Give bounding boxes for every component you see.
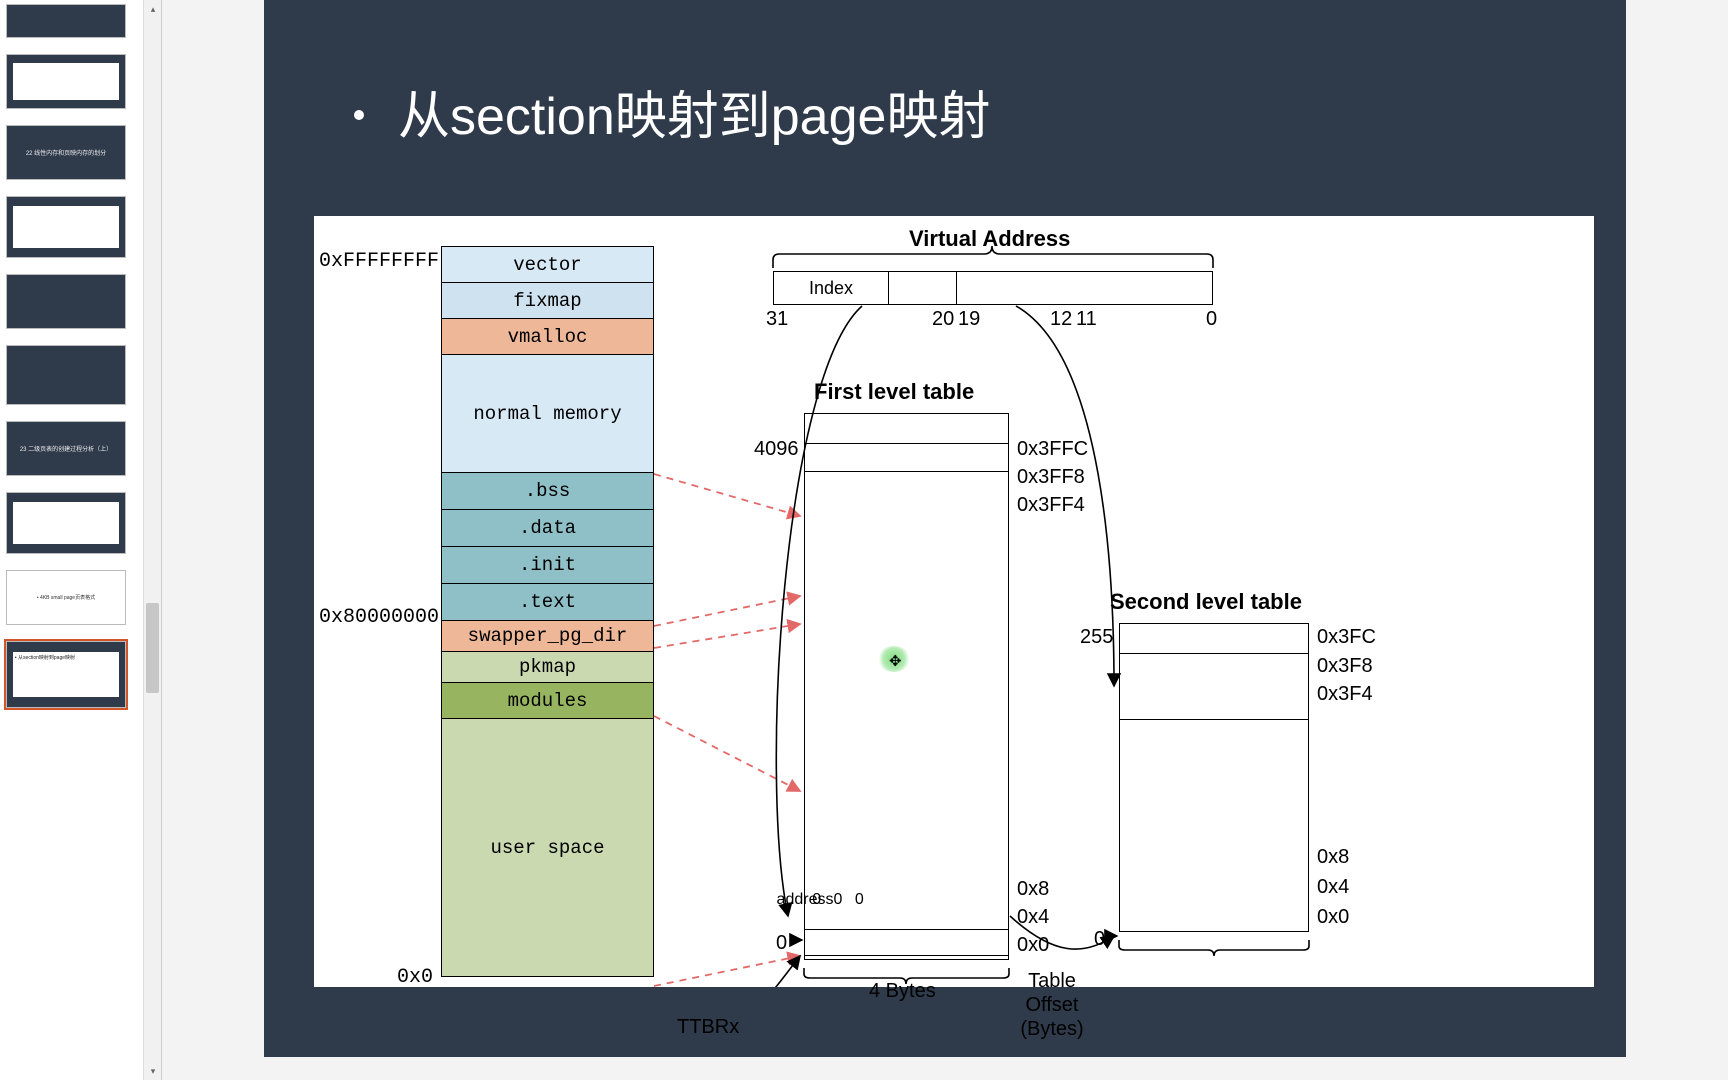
scroll-thumb[interactable] — [146, 603, 159, 693]
mm-swapper: swapper_pg_dir — [442, 621, 653, 652]
slt-count: 255 — [1080, 626, 1113, 649]
thumbnail-label: • 从section映射到page映射 — [15, 655, 75, 661]
mm-label: modules — [508, 690, 588, 712]
slide-thumbnail[interactable] — [6, 4, 126, 38]
mm-label: .init — [519, 554, 576, 576]
flt-col-label: Table Offset (Bytes) — [1012, 969, 1092, 1041]
addr-top: 0xFFFFFFFF — [319, 250, 439, 273]
mm-data: .data — [442, 510, 653, 547]
flt-off: 0x3FF4 — [1017, 494, 1085, 517]
flt-title: First level table — [814, 379, 974, 405]
mm-label: swapper_pg_dir — [468, 625, 628, 647]
flt-width: 4 Bytes — [869, 980, 936, 1003]
slt-off: 0x3F4 — [1317, 683, 1373, 706]
first-level-table — [804, 413, 1009, 956]
slide-stage: 从section映射到page映射 0xFFFFFFFF 0x80000000 … — [162, 0, 1728, 1080]
flt-off: 0x4 — [1017, 906, 1049, 929]
second-level-table — [1119, 623, 1309, 932]
bullet-icon — [354, 110, 364, 120]
mm-label: normal memory — [473, 403, 621, 425]
flt-off: 0x3FFC — [1017, 438, 1088, 461]
scroll-down-icon[interactable]: ▾ — [144, 1062, 162, 1080]
thumbnail-label: 22 线性内存和页映内存的划分 — [26, 148, 106, 157]
slide-thumbnail[interactable] — [6, 54, 126, 109]
slide-thumbnail-current[interactable]: • 从section映射到page映射 — [6, 641, 126, 708]
thumbnail-scrollbar[interactable]: ▴ ▾ — [143, 0, 161, 1080]
slt-title: Second level table — [1110, 589, 1302, 615]
slide-thumbnail-rail: 22 线性内存和页映内存的划分 23 二级页表的创建过程分析（上） • 4KB … — [0, 0, 162, 1080]
mm-pkmap: pkmap — [442, 652, 653, 683]
slide-thumbnail[interactable] — [6, 492, 126, 554]
mm-label: .data — [519, 517, 576, 539]
va-title: Virtual Address — [909, 226, 1070, 252]
thumbnail-label: 23 二级页表的创建过程分析（上） — [20, 444, 112, 453]
mm-fixmap: fixmap — [442, 283, 653, 319]
mm-label: .bss — [525, 480, 571, 502]
move-cursor-icon: ✥ — [889, 652, 902, 670]
slide-title: 从section映射到page映射 — [398, 74, 990, 149]
slt-off: 0x0 — [1317, 906, 1349, 929]
mm-normal: normal memory — [442, 355, 653, 473]
slt-off: 0x8 — [1317, 846, 1349, 869]
mm-text: .text — [442, 584, 653, 621]
mm-label: vmalloc — [508, 326, 588, 348]
va-bit-19: 19 — [958, 308, 980, 331]
thumbnail-label: • 4KB small page页表格式 — [37, 594, 95, 601]
flt-off: 0x8 — [1017, 878, 1049, 901]
mm-bss: .bss — [442, 473, 653, 510]
va-bit-11: 11 — [1076, 308, 1097, 331]
slide-thumbnail[interactable] — [6, 345, 126, 405]
scroll-track[interactable] — [144, 18, 161, 1062]
va-bit-31: 31 — [766, 308, 788, 331]
flt-entry-0 — [804, 930, 1009, 960]
slide-title-row: 从section映射到page映射 — [354, 74, 990, 149]
va-bit-20: 20 — [932, 308, 954, 331]
memory-map: vector fixmap vmalloc normal memory .bss… — [441, 246, 654, 977]
slt-off: 0x4 — [1317, 876, 1349, 899]
mm-userspace: user space — [442, 719, 653, 976]
mm-label: .text — [519, 591, 576, 613]
addr-bot: 0x0 — [397, 966, 433, 989]
va-field-low — [774, 272, 914, 304]
mm-vmalloc: vmalloc — [442, 319, 653, 355]
slt-zero: 0 — [1094, 928, 1105, 951]
slide-thumbnail[interactable] — [6, 196, 126, 258]
va-bit-12: 12 — [1050, 308, 1072, 331]
mm-label: vector — [513, 254, 581, 276]
slide-thumbnail[interactable] — [6, 274, 126, 329]
mm-label: fixmap — [513, 290, 581, 312]
slt-off: 0x3F8 — [1317, 655, 1373, 678]
flt-entry-address: address 0 0 0 — [804, 900, 1009, 930]
virtual-address-box: Index — [773, 271, 1213, 305]
flt-off: 0x3FF8 — [1017, 466, 1085, 489]
flt-address-bits: 0 0 0 — [812, 891, 868, 909]
flt-zero: 0 — [776, 932, 787, 955]
slide-thumbnail[interactable]: 23 二级页表的创建过程分析（上） — [6, 421, 126, 476]
slide-thumbnail[interactable]: 22 线性内存和页映内存的划分 — [6, 125, 126, 180]
diagram: 0xFFFFFFFF 0x80000000 0x0 vector fixmap … — [314, 216, 1594, 987]
mm-label: pkmap — [519, 656, 576, 678]
addr-mid: 0x80000000 — [319, 606, 439, 629]
scroll-up-icon[interactable]: ▴ — [144, 0, 162, 18]
slide: 从section映射到page映射 0xFFFFFFFF 0x80000000 … — [264, 0, 1626, 1057]
flt-count: 4096 — [754, 438, 799, 461]
flt-off: 0x0 — [1017, 934, 1049, 957]
mm-modules: modules — [442, 683, 653, 719]
va-bit-0: 0 — [1206, 308, 1217, 331]
slt-off: 0x3FC — [1317, 626, 1376, 649]
ttbr-label: TTBRx — [677, 1016, 739, 1039]
mm-label: user space — [490, 837, 604, 859]
mm-init: .init — [442, 547, 653, 584]
slide-thumbnail[interactable]: • 4KB small page页表格式 — [6, 570, 126, 625]
mm-vector: vector — [442, 247, 653, 283]
